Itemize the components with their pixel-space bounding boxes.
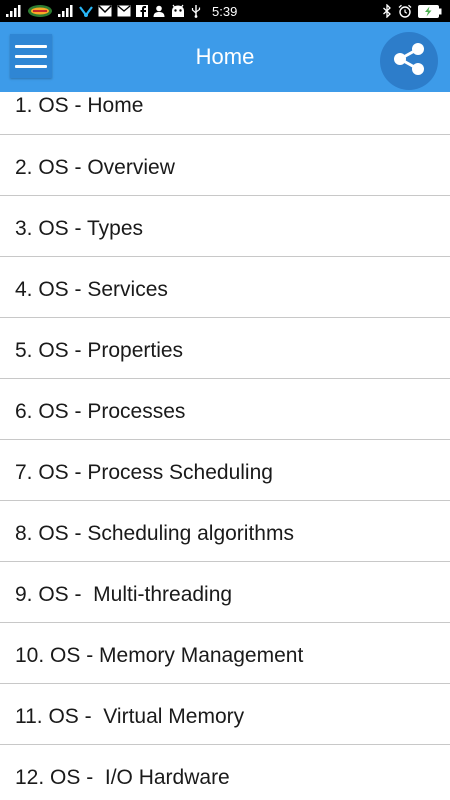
network-icon (79, 4, 93, 18)
list-item[interactable]: 11. OS - Virtual Memory (0, 684, 450, 745)
gmail-icon (98, 5, 112, 17)
signal-icon (6, 5, 22, 17)
status-left-icons: 5:39 (0, 4, 237, 19)
carrier-logo-icon (27, 4, 53, 18)
list-item-label: 10. OS - Memory Management (15, 644, 304, 667)
battery-icon (418, 4, 442, 18)
list-item[interactable]: 8. OS - Scheduling algorithms (0, 501, 450, 562)
list-item-label: 3. OS - Types (15, 217, 143, 240)
list-item[interactable]: 4. OS - Services (0, 257, 450, 318)
bluetooth-icon (382, 4, 392, 18)
list-item[interactable]: 10. OS - Memory Management (0, 623, 450, 684)
usb-icon (191, 4, 201, 18)
list-item[interactable]: 9. OS - Multi-threading (0, 562, 450, 623)
list-item[interactable]: 12. OS - I/O Hardware (0, 745, 450, 800)
person-icon (153, 5, 165, 17)
menu-bar-line (15, 44, 47, 48)
alarm-icon (398, 4, 412, 18)
list-item[interactable]: 1. OS - Home (0, 92, 450, 135)
list-item[interactable]: 5. OS - Properties (0, 318, 450, 379)
status-time: 5:39 (212, 3, 238, 19)
list-item-label: 8. OS - Scheduling algorithms (15, 522, 294, 545)
status-bar: 5:39 (0, 0, 450, 22)
mail-icon (117, 5, 131, 17)
list-item-label: 11. OS - Virtual Memory (15, 705, 245, 728)
list-item-label: 1. OS - Home (15, 94, 144, 117)
signal-icon (58, 5, 74, 17)
menu-bar-line (15, 64, 47, 68)
status-right-icons (382, 4, 450, 18)
topic-list: 1. OS - Home 2. OS - Overview 3. OS - Ty… (0, 92, 450, 800)
menu-bar-line (15, 54, 47, 58)
list-item[interactable]: 3. OS - Types (0, 196, 450, 257)
list-item[interactable]: 7. OS - Process Scheduling (0, 440, 450, 501)
share-icon (391, 41, 427, 82)
list-item-label: 6. OS - Processes (15, 400, 186, 423)
hamburger-menu-icon[interactable] (10, 34, 52, 78)
list-item[interactable]: 6. OS - Processes (0, 379, 450, 440)
list-item-label: 12. OS - I/O Hardware (15, 766, 230, 789)
screen: 5:39 Home 1. OS - Home 2. OS - Overview … (0, 0, 450, 800)
list-item-label: 4. OS - Services (15, 278, 168, 301)
list-item-label: 2. OS - Overview (15, 156, 175, 179)
list-item[interactable]: 2. OS - Overview (0, 135, 450, 196)
share-button[interactable] (380, 32, 438, 90)
list-item-label: 9. OS - Multi-threading (15, 583, 233, 606)
list-item-label: 5. OS - Properties (15, 339, 184, 362)
list-item-label: 7. OS - Process Scheduling (15, 461, 273, 484)
android-icon (170, 4, 186, 18)
app-bar: Home (0, 22, 450, 92)
facebook-icon (136, 5, 148, 17)
